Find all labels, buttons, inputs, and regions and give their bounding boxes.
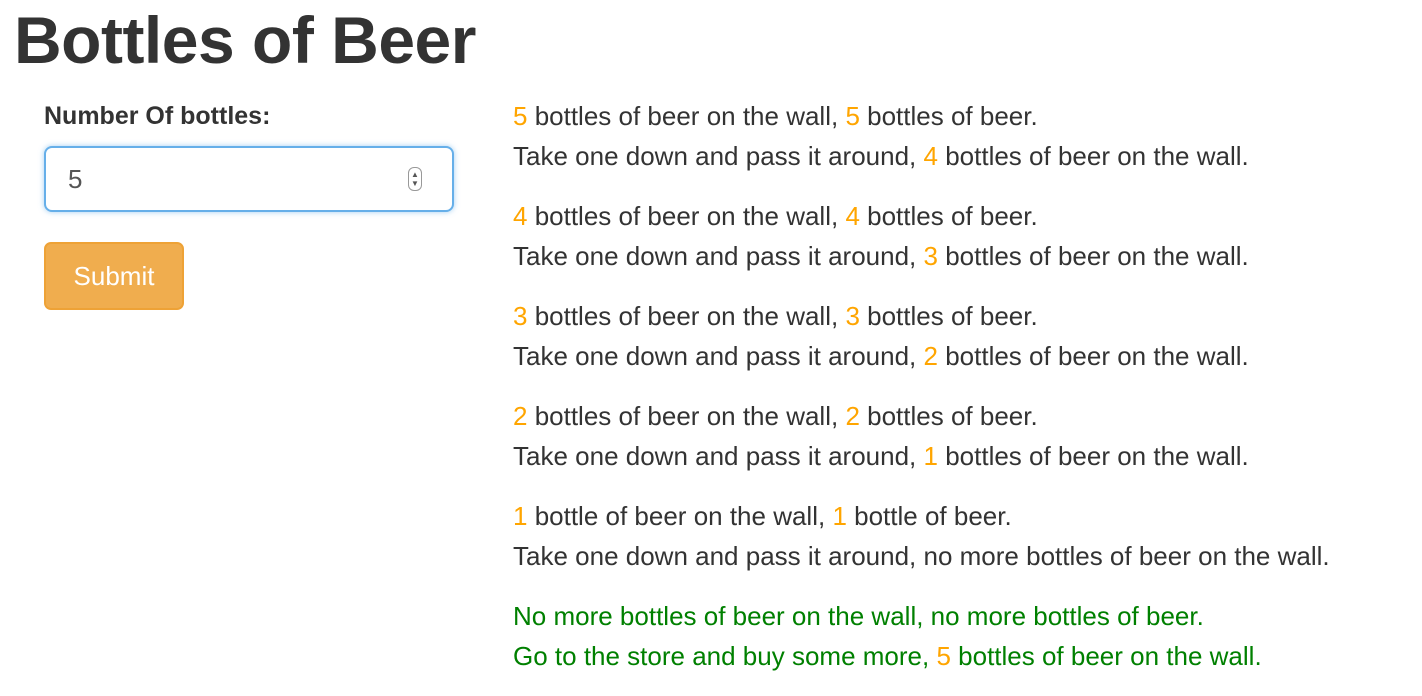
bottle-count: 4 [923, 141, 938, 171]
final-verse: No more bottles of beer on the wall, no … [513, 596, 1418, 676]
chevron-up-icon[interactable]: ▲ [411, 170, 419, 179]
verse-text: bottles of beer on the wall. [950, 641, 1262, 671]
bottle-count: 3 [923, 241, 938, 271]
verse-text: Take one down and pass it around, [513, 141, 924, 171]
verse-text: bottles of beer. [859, 301, 1038, 331]
verse-text: bottles of beer on the wall, [527, 401, 846, 431]
number-of-bottles-label: Number Of bottles: [44, 102, 271, 130]
verse: 2 bottles of beer on the wall, 2 bottles… [513, 396, 1418, 476]
verse-text: bottles of beer on the wall. [937, 341, 1249, 371]
verse-line-1: 4 bottles of beer on the wall, 4 bottles… [513, 196, 1418, 236]
chevron-down-icon[interactable]: ▼ [411, 179, 419, 188]
verse: 1 bottle of beer on the wall, 1 bottle o… [513, 496, 1418, 576]
song-lyrics: 5 bottles of beer on the wall, 5 bottles… [513, 96, 1418, 696]
bottle-count: 5 [936, 641, 951, 671]
verse-text: bottle of beer on the wall, [527, 501, 833, 531]
bottle-count: 2 [845, 401, 860, 431]
verse-text: bottles of beer on the wall. [937, 141, 1249, 171]
verse-text: Take one down and pass it around, [513, 241, 924, 271]
number-spinner[interactable]: ▲ ▼ [408, 167, 422, 191]
verse-line-2: Take one down and pass it around, no mor… [513, 536, 1418, 576]
verse-text: Take one down and pass it around, no mor… [513, 541, 1330, 571]
verse: 3 bottles of beer on the wall, 3 bottles… [513, 296, 1418, 376]
number-of-bottles-input[interactable] [68, 148, 388, 210]
bottle-count: 2 [513, 401, 528, 431]
verse-text: Take one down and pass it around, [513, 441, 924, 471]
verse-text: bottle of beer. [846, 501, 1012, 531]
verse: 4 bottles of beer on the wall, 4 bottles… [513, 196, 1418, 276]
verse-line-2: Take one down and pass it around, 1 bott… [513, 436, 1418, 476]
bottle-count: 2 [923, 341, 938, 371]
verse-text: Take one down and pass it around, [513, 341, 924, 371]
bottle-form: Number Of bottles: ▲ ▼ Submit [44, 98, 454, 310]
verse-text: bottles of beer on the wall, [527, 101, 846, 131]
verse-text: bottles of beer. [859, 401, 1038, 431]
verse-line-1: 2 bottles of beer on the wall, 2 bottles… [513, 396, 1418, 436]
verse-text: bottles of beer. [859, 101, 1038, 131]
verse-line-1: 5 bottles of beer on the wall, 5 bottles… [513, 96, 1418, 136]
bottle-count: 4 [845, 201, 860, 231]
verse-text: bottles of beer on the wall. [937, 441, 1249, 471]
submit-button[interactable]: Submit [44, 242, 184, 310]
verse-text: bottles of beer on the wall, [527, 301, 846, 331]
bottle-count: 5 [513, 101, 528, 131]
bottle-count: 1 [832, 501, 847, 531]
bottle-count: 3 [845, 301, 860, 331]
page-title: Bottles of Beer [14, 3, 476, 77]
bottle-count: 3 [513, 301, 528, 331]
verse-text: bottles of beer on the wall. [937, 241, 1249, 271]
verse: 5 bottles of beer on the wall, 5 bottles… [513, 96, 1418, 176]
final-verse-line-1: No more bottles of beer on the wall, no … [513, 601, 1204, 631]
verse-text: Go to the store and buy some more, [513, 641, 937, 671]
verse-line-2: Take one down and pass it around, 3 bott… [513, 236, 1418, 276]
final-verse-line-2: Go to the store and buy some more, 5 bot… [513, 636, 1418, 676]
bottle-count: 4 [513, 201, 528, 231]
bottle-count: 1 [923, 441, 938, 471]
number-of-bottles-field[interactable]: ▲ ▼ [44, 146, 454, 212]
verse-text: bottles of beer. [859, 201, 1038, 231]
verse-text: bottles of beer on the wall, [527, 201, 846, 231]
verse-line-2: Take one down and pass it around, 4 bott… [513, 136, 1418, 176]
verse-line-1: 1 bottle of beer on the wall, 1 bottle o… [513, 496, 1418, 536]
bottle-count: 1 [513, 501, 528, 531]
verse-line-2: Take one down and pass it around, 2 bott… [513, 336, 1418, 376]
bottle-count: 5 [845, 101, 860, 131]
verse-line-1: 3 bottles of beer on the wall, 3 bottles… [513, 296, 1418, 336]
